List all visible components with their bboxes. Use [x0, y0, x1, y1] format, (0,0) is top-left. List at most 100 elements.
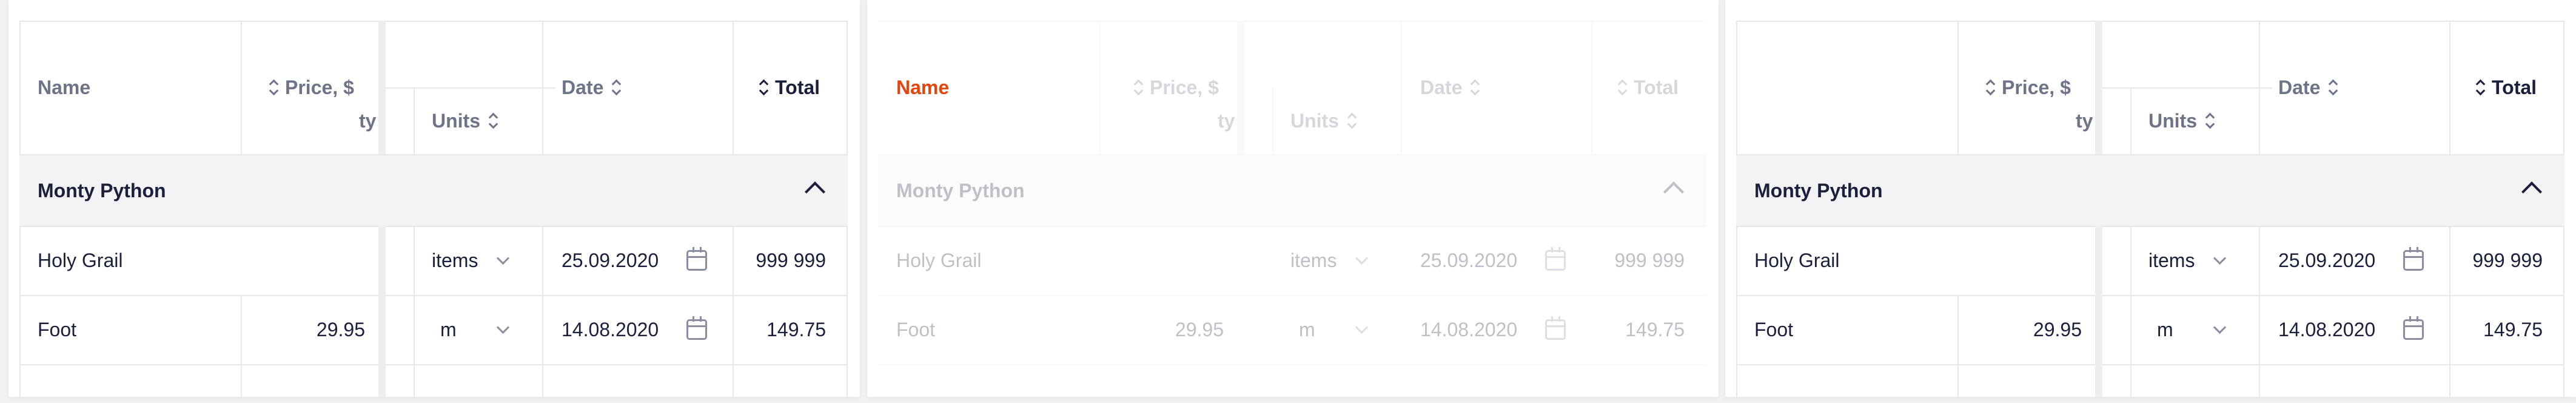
column-total-label: Total — [1634, 76, 1679, 98]
units-select[interactable]: items — [1290, 226, 1337, 295]
sort-icon — [1346, 112, 1357, 129]
column-date-label: Date — [2278, 76, 2321, 98]
units-value: m — [440, 318, 457, 340]
calendar-icon[interactable] — [2403, 316, 2424, 340]
calendar-icon[interactable] — [686, 247, 707, 271]
table-cell-name: Foot — [896, 318, 936, 340]
group-label: Monty Python — [38, 179, 166, 202]
column-header-partial: ty — [2076, 87, 2093, 154]
units-value: m — [2157, 318, 2173, 340]
column-header-date[interactable]: Date — [2278, 21, 2338, 154]
price-value: 29.95 — [316, 318, 365, 340]
price-value: 29.95 — [1175, 318, 1224, 340]
partial-column-label: ty — [1218, 109, 1235, 132]
units-select[interactable]: m — [1299, 295, 1315, 364]
sort-icon — [488, 112, 498, 129]
table-cell-name: Holy Grail — [1754, 249, 1840, 271]
date-value[interactable]: 14.08.2020 — [562, 295, 659, 364]
column-header-units[interactable]: Units — [432, 87, 498, 154]
sort-icon — [1985, 79, 1996, 96]
partial-column-label: ty — [2076, 109, 2093, 132]
table-panel-3: Price, $ ty Units Date Total Monty Pytho… — [1725, 0, 2576, 397]
chevron-down-icon[interactable] — [496, 226, 510, 295]
units-select[interactable]: items — [2148, 226, 2195, 295]
table-cell-name: Foot — [1754, 318, 1794, 340]
sort-icon — [2475, 79, 2486, 96]
column-header-price[interactable]: Price, $ — [1985, 21, 2071, 154]
table-cell-name: Holy Grail — [38, 249, 123, 271]
total-value: 149.75 — [2483, 318, 2543, 340]
column-header-units[interactable]: Units — [2148, 87, 2215, 154]
sort-icon — [1617, 79, 1628, 96]
calendar-icon[interactable] — [2403, 247, 2424, 271]
total-value: 149.75 — [766, 318, 826, 340]
chevron-down-icon[interactable] — [2213, 226, 2227, 295]
data-table: Price, $ ty Units Date Total Monty Pytho… — [878, 21, 1706, 397]
table-panel-1: Name Price, $ ty Units Date Total Monty … — [8, 0, 860, 397]
total-value: 149.75 — [1625, 318, 1685, 340]
total-value: 999 999 — [2472, 249, 2543, 271]
column-header-total[interactable]: Total — [758, 21, 820, 154]
column-price-label: Price, $ — [285, 76, 354, 98]
column-header-price[interactable]: Price, $ — [268, 21, 354, 154]
column-header-price[interactable]: Price, $ — [1133, 21, 1219, 154]
column-header-total[interactable]: Total — [2475, 21, 2537, 154]
sort-icon — [2204, 112, 2215, 129]
units-select[interactable]: m — [2157, 295, 2173, 364]
calendar-icon[interactable] — [1545, 247, 1566, 271]
chevron-down-icon[interactable] — [2213, 295, 2227, 364]
column-header-date[interactable]: Date — [1420, 21, 1480, 154]
sort-icon — [611, 79, 622, 96]
column-units-label: Units — [1290, 109, 1339, 132]
partial-column-label: ty — [359, 109, 377, 132]
units-select[interactable]: items — [432, 226, 478, 295]
data-table: Name Price, $ ty Units Date Total Monty … — [19, 21, 848, 397]
column-price-label: Price, $ — [1150, 76, 1219, 98]
sort-icon — [1133, 79, 1144, 96]
column-price-label: Price, $ — [2002, 76, 2071, 98]
column-header-partial: ty — [359, 87, 376, 154]
total-value: 999 999 — [756, 249, 826, 271]
date-value[interactable]: 25.09.2020 — [2278, 226, 2375, 295]
column-units-label: Units — [2148, 109, 2197, 132]
chevron-down-icon[interactable] — [496, 295, 510, 364]
price-value: 29.95 — [2033, 318, 2082, 340]
table-cell-name: Holy Grail — [896, 249, 982, 271]
chevron-down-icon[interactable] — [1355, 295, 1369, 364]
sort-icon — [758, 79, 769, 96]
date-value[interactable]: 14.08.2020 — [2278, 295, 2375, 364]
group-label: Monty Python — [896, 179, 1025, 202]
date-value[interactable]: 25.09.2020 — [1420, 226, 1517, 295]
table-cell-name: Foot — [38, 318, 77, 340]
column-units-label: Units — [432, 109, 480, 132]
sort-icon — [268, 79, 279, 96]
units-value: items — [1290, 249, 1337, 271]
column-total-label: Total — [775, 76, 820, 98]
calendar-icon[interactable] — [686, 316, 707, 340]
units-value: items — [432, 249, 478, 271]
units-value: m — [1299, 318, 1315, 340]
sort-icon — [2327, 79, 2338, 96]
column-total-label: Total — [2492, 76, 2537, 98]
column-header-date[interactable]: Date — [562, 21, 622, 154]
column-header-units[interactable]: Units — [1290, 87, 1357, 154]
table-panel-2: Price, $ ty Units Date Total Monty Pytho… — [867, 0, 1719, 397]
column-name-label: Name — [38, 76, 91, 98]
units-value: items — [2148, 249, 2195, 271]
column-header-total[interactable]: Total — [1617, 21, 1679, 154]
chevron-down-icon[interactable] — [1355, 226, 1369, 295]
column-header-name[interactable]: Name — [38, 21, 90, 154]
date-value[interactable]: 25.09.2020 — [562, 226, 659, 295]
column-name-label: Name — [896, 76, 950, 98]
total-value: 999 999 — [1614, 249, 1685, 271]
column-date-label: Date — [562, 76, 604, 98]
column-header-name-dragging[interactable]: Name — [896, 21, 949, 154]
column-date-label: Date — [1420, 76, 1463, 98]
units-select[interactable]: m — [440, 295, 457, 364]
data-table: Price, $ ty Units Date Total Monty Pytho… — [1736, 21, 2564, 397]
calendar-icon[interactable] — [1545, 316, 1566, 340]
sort-icon — [1469, 79, 1480, 96]
column-header-partial: ty — [1218, 87, 1235, 154]
group-label: Monty Python — [1754, 179, 1883, 202]
date-value[interactable]: 14.08.2020 — [1420, 295, 1517, 364]
